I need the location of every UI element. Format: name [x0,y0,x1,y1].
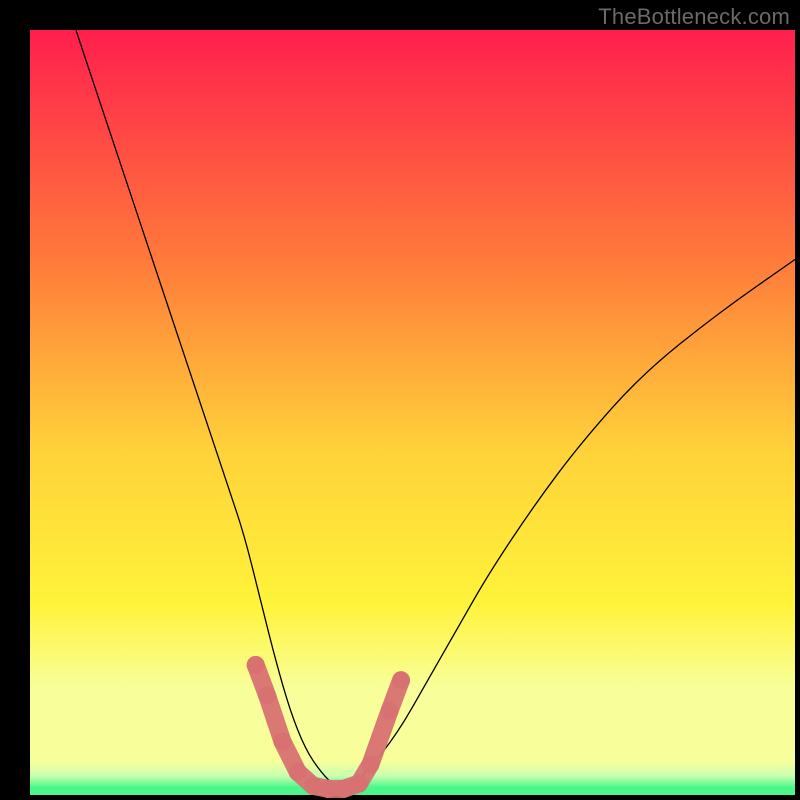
highlight-dot [273,732,291,750]
highlight-dot [247,656,265,674]
highlight-dot [335,780,353,798]
highlight-dot [361,755,379,773]
chart-frame: TheBottleneck.com [0,0,800,800]
highlight-dot [289,763,307,781]
chart-svg [0,0,800,800]
highlight-dot [350,775,368,793]
watermark-text: TheBottleneck.com [598,4,790,30]
highlight-dot [304,777,322,795]
plot-background [30,30,795,795]
highlight-dot [381,702,399,720]
highlight-dot [258,687,276,705]
highlight-dot [392,671,410,689]
